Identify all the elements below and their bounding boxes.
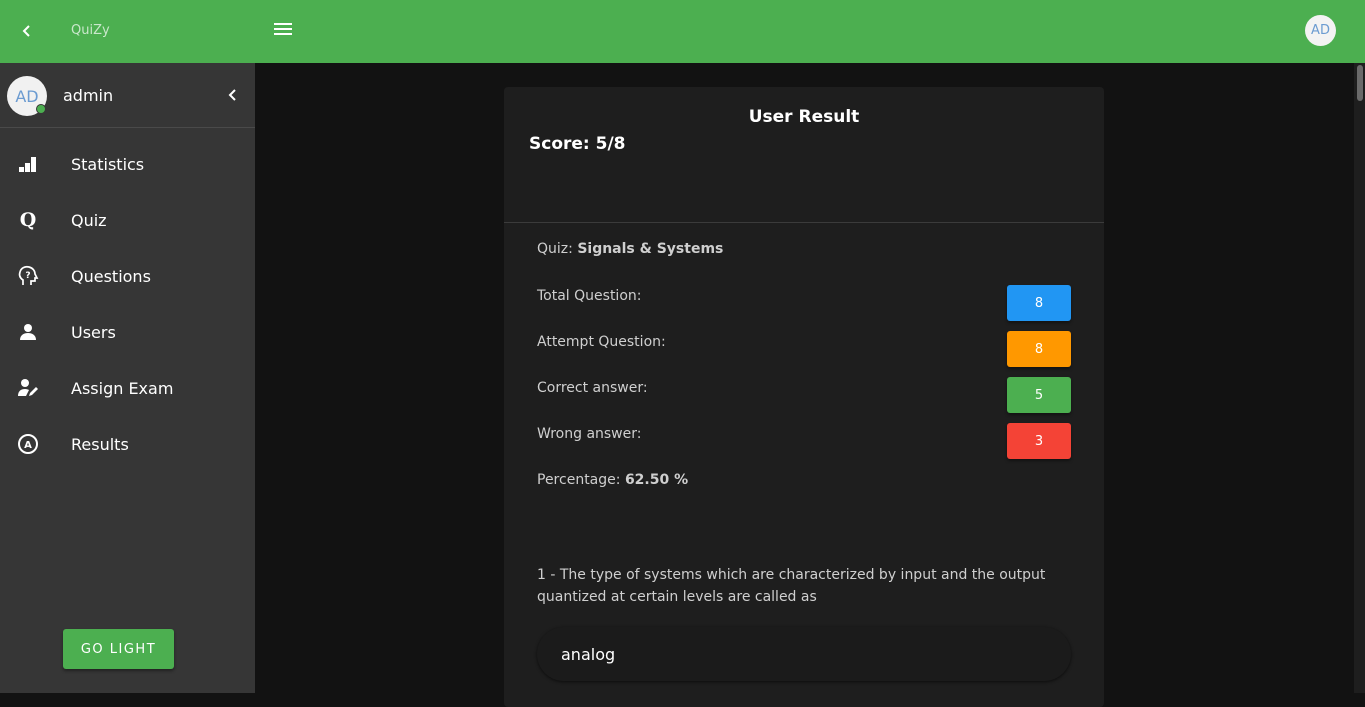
sidebar-item-label: Statistics — [71, 154, 145, 174]
svg-text:Q: Q — [20, 209, 37, 231]
result-card: User Result Score: 5/8 Quiz: Signals & S… — [504, 87, 1104, 707]
page-scrollbar[interactable] — [1354, 63, 1365, 693]
svg-text:A: A — [24, 440, 32, 451]
sidebar-item-label: Users — [71, 322, 116, 342]
sidebar-item-label: Questions — [71, 266, 151, 286]
quiz-name: Signals & Systems — [577, 241, 724, 257]
answer-option[interactable]: analog — [537, 627, 1071, 681]
user-icon — [17, 321, 39, 343]
theme-toggle-button[interactable]: GO LIGHT — [63, 629, 174, 669]
percentage-label: Percentage: — [537, 472, 621, 488]
sidebar-profile: AD admin — [0, 63, 255, 128]
quiz-q-icon: Q — [17, 209, 39, 231]
bar-chart-icon — [17, 153, 39, 175]
scrollbar-thumb[interactable] — [1357, 65, 1363, 101]
chevron-left-icon — [228, 89, 236, 101]
online-status-dot — [36, 104, 46, 114]
chevron-left-icon — [22, 25, 30, 37]
sidebar-item-statistics[interactable]: Statistics — [0, 136, 255, 192]
attempt-question-badge: 8 — [1007, 331, 1071, 367]
percentage-value: 62.50 % — [624, 472, 689, 488]
sidebar-item-assign-exam[interactable]: Assign Exam — [0, 360, 255, 416]
sidebar-item-questions[interactable]: ? Questions — [0, 248, 255, 304]
correct-answer-badge: 5 — [1007, 377, 1071, 413]
quiz-name-row: Quiz: Signals & Systems — [537, 241, 723, 257]
username: admin — [63, 86, 114, 105]
sidebar: AD admin Statistics Q Quiz ? Questions U… — [0, 63, 255, 693]
menu-icon — [274, 23, 292, 25]
page-title: User Result — [748, 107, 860, 127]
sidebar-item-label: Results — [71, 434, 129, 454]
stat-label-total: Total Question: — [537, 288, 642, 304]
app-bar: QuiZy AD — [0, 0, 1365, 63]
divider — [504, 222, 1104, 223]
user-edit-icon — [17, 377, 39, 399]
results-circle-icon: A — [17, 433, 39, 455]
percentage-row: Percentage: 62.50 % — [537, 472, 688, 488]
stat-label-attempt: Attempt Question: — [537, 334, 666, 350]
stat-label-correct: Correct answer: — [537, 380, 648, 396]
collapse-sidebar-button[interactable] — [222, 83, 244, 107]
question-head-icon: ? — [17, 265, 39, 287]
svg-text:?: ? — [25, 271, 30, 281]
sidebar-item-results[interactable]: A Results — [0, 416, 255, 472]
app-title: QuiZy — [71, 23, 110, 38]
sidebar-nav: Statistics Q Quiz ? Questions Users Assi… — [0, 128, 255, 472]
sidebar-item-label: Quiz — [71, 210, 107, 230]
wrong-answer-badge: 3 — [1007, 423, 1071, 459]
back-button[interactable] — [14, 18, 40, 44]
sidebar-item-label: Assign Exam — [71, 378, 174, 398]
question-text: 1 - The type of systems which are charac… — [537, 567, 1046, 605]
menu-button[interactable] — [272, 20, 294, 42]
score-text: Score: 5/8 — [529, 134, 626, 154]
stat-label-wrong: Wrong answer: — [537, 426, 642, 442]
quiz-label: Quiz: — [537, 241, 573, 257]
total-question-badge: 8 — [1007, 285, 1071, 321]
sidebar-item-quiz[interactable]: Q Quiz — [0, 192, 255, 248]
account-avatar[interactable]: AD — [1305, 15, 1336, 46]
sidebar-item-users[interactable]: Users — [0, 304, 255, 360]
